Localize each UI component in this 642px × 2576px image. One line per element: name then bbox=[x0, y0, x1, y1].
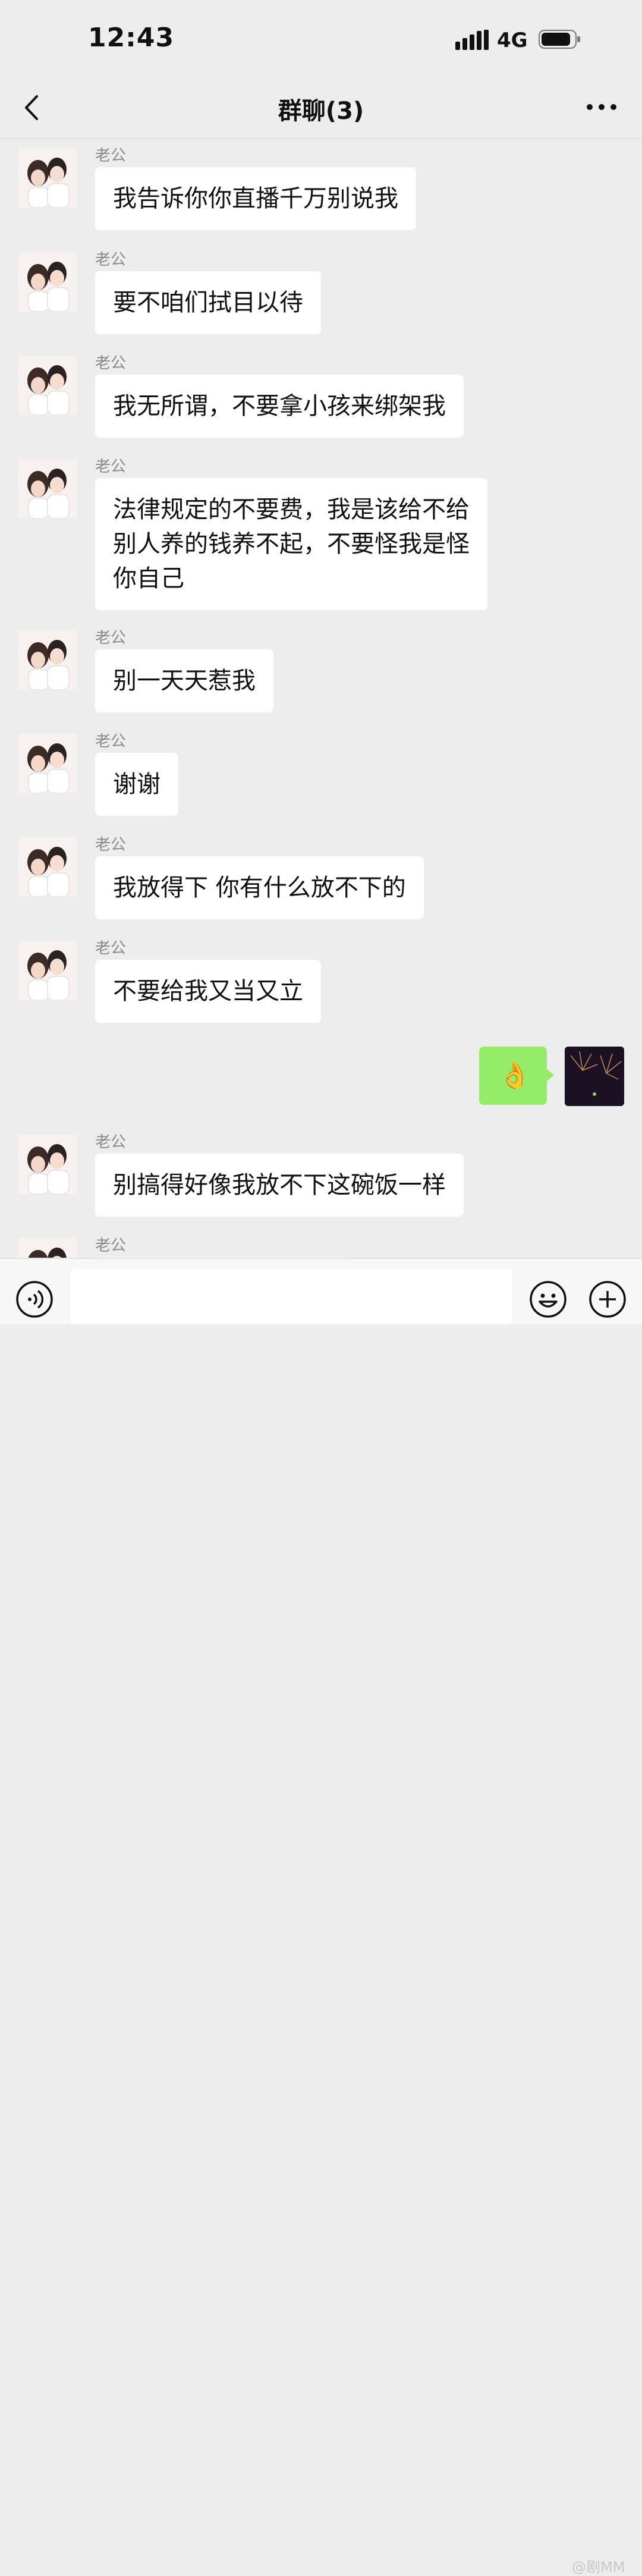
sender-name: 老公 bbox=[95, 1237, 127, 1255]
message-bubble[interactable]: 别搞得好像我放不下这碗饭一样 bbox=[95, 1154, 464, 1217]
sender-name: 老公 bbox=[95, 251, 127, 269]
sender-avatar[interactable] bbox=[18, 837, 77, 897]
message-bubble[interactable]: 我无所谓，不要拿小孩来绑架我 bbox=[95, 375, 464, 438]
message-bubble[interactable]: 不要给我又当又立 bbox=[95, 960, 321, 1023]
message-bubble[interactable]: 谢谢 bbox=[95, 753, 178, 816]
sender-avatar[interactable] bbox=[18, 459, 77, 519]
message-bubble[interactable]: 法律规定的不要费，我是该给不给别人养的钱养不起，不要怪我是怪你自己 bbox=[95, 478, 487, 610]
signal-icon bbox=[455, 30, 489, 50]
input-bar: @剧MM bbox=[0, 1258, 642, 2575]
sender-avatar[interactable] bbox=[18, 148, 77, 208]
voice-icon[interactable] bbox=[15, 1280, 54, 1318]
sender-name: 老公 bbox=[95, 458, 127, 476]
emoji-icon[interactable] bbox=[529, 1280, 567, 1318]
sender-name: 老公 bbox=[95, 733, 127, 750]
ok-hand-emoji: 👌 bbox=[498, 1060, 531, 1091]
sender-name: 老公 bbox=[95, 836, 127, 854]
message-bubble[interactable]: 要不咱们拭目以待 bbox=[95, 271, 321, 334]
sender-name: 老公 bbox=[95, 629, 127, 647]
watermark: @剧MM bbox=[572, 2559, 625, 2575]
sender-avatar[interactable] bbox=[18, 252, 77, 312]
message-bubble[interactable]: 我告诉你你直播千万别说我 bbox=[95, 167, 416, 230]
chat-title: 群聊(3) bbox=[278, 98, 364, 125]
sender-name: 老公 bbox=[95, 940, 127, 957]
sender-avatar[interactable] bbox=[18, 356, 77, 415]
sender-avatar[interactable] bbox=[18, 1135, 77, 1194]
status-bar: 12:43 4G bbox=[0, 0, 642, 77]
battery-icon bbox=[539, 30, 580, 49]
sender-name: 老公 bbox=[95, 1133, 127, 1151]
sender-avatar[interactable] bbox=[18, 941, 77, 1000]
my-avatar[interactable] bbox=[565, 1047, 624, 1106]
sender-name: 老公 bbox=[95, 354, 127, 372]
more-dots-icon[interactable] bbox=[585, 100, 618, 114]
sender-avatar[interactable] bbox=[18, 630, 77, 690]
message-bubble[interactable]: 别一天天惹我 bbox=[95, 649, 273, 712]
plus-icon[interactable] bbox=[588, 1280, 627, 1318]
sender-avatar[interactable] bbox=[18, 734, 77, 793]
my-message-bubble[interactable]: 👌 bbox=[479, 1047, 554, 1105]
sender-name: 老公 bbox=[95, 147, 127, 165]
status-time: 12:43 bbox=[88, 23, 175, 53]
message-input[interactable] bbox=[70, 1268, 512, 1324]
message-bubble[interactable]: 我放得下 你有什么放不下的 bbox=[95, 856, 424, 919]
header-divider bbox=[0, 138, 642, 139]
chat-header: 群聊(3) bbox=[0, 77, 642, 137]
network-label: 4G bbox=[497, 29, 528, 52]
